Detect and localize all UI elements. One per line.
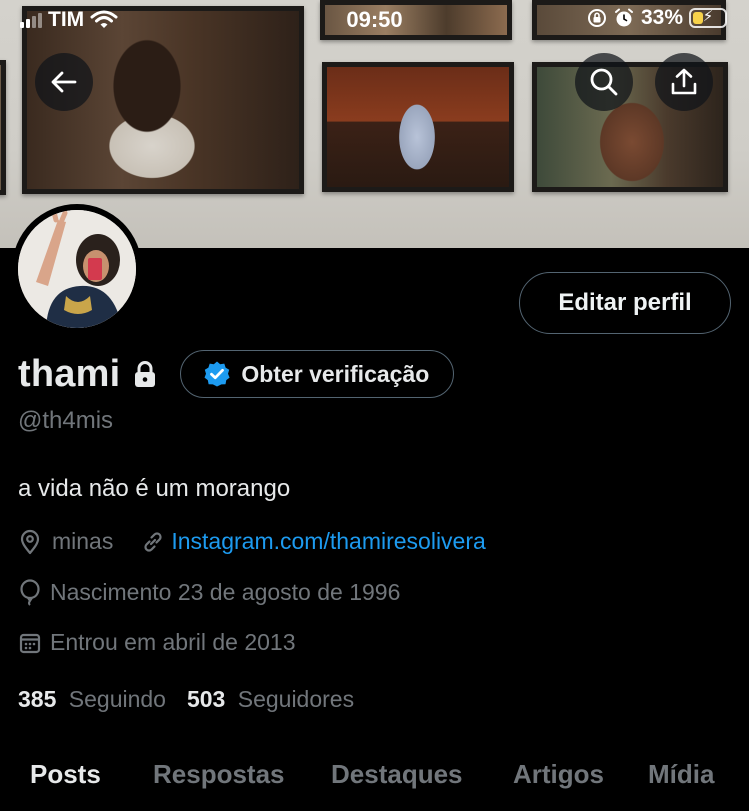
following-link[interactable]: 385 Seguindo xyxy=(18,686,166,713)
followers-count: 503 xyxy=(186,686,226,712)
following-label: Seguindo xyxy=(68,686,166,712)
joined-date-text: Entrou em abril de 2013 xyxy=(50,629,296,655)
calendar-icon xyxy=(19,633,41,653)
status-right: 33% ⚡ xyxy=(587,6,727,30)
profile-meta-location-row: minas Instagram.com/thamiresolivera xyxy=(18,528,486,555)
verified-badge-icon xyxy=(204,361,230,387)
banner-photo-frame xyxy=(0,60,6,195)
following-count: 385 xyxy=(18,686,57,712)
profile-tabs: Posts Respostas Destaques Artigos Mídia xyxy=(0,742,749,811)
charging-bolt-icon: ⚡ xyxy=(702,8,714,25)
balloon-icon xyxy=(20,579,40,606)
avatar[interactable] xyxy=(18,210,136,328)
edit-profile-button[interactable]: Editar perfil xyxy=(519,272,731,334)
orientation-lock-icon xyxy=(587,9,606,27)
banner-photo-frame xyxy=(322,62,514,192)
website-link[interactable]: Instagram.com/thamiresolivera xyxy=(171,528,485,555)
tab-articles[interactable]: Artigos xyxy=(513,759,604,790)
alarm-icon xyxy=(614,8,633,27)
follow-stats: 385 Seguindo 503 Seguidores xyxy=(18,686,354,713)
tab-replies[interactable]: Respostas xyxy=(153,759,285,790)
profile-meta-joined-row: Entrou em abril de 2013 xyxy=(18,629,296,656)
lock-icon xyxy=(132,360,158,388)
tab-posts[interactable]: Posts xyxy=(30,759,101,790)
back-arrow-icon xyxy=(51,71,77,93)
status-bar: TIM 09:50 33% ⚡ xyxy=(0,0,749,40)
tab-media[interactable]: Mídia xyxy=(648,759,714,790)
avatar-photo xyxy=(18,210,136,328)
share-icon xyxy=(671,68,697,95)
battery-charging-icon: ⚡ xyxy=(689,8,727,28)
user-handle: @th4mis xyxy=(18,407,114,434)
get-verified-label: Obter verificação xyxy=(241,360,430,387)
back-button[interactable] xyxy=(35,53,93,111)
link-icon xyxy=(144,531,162,552)
location-pin-icon xyxy=(20,529,40,554)
display-name: thami xyxy=(18,352,121,395)
search-icon xyxy=(590,68,618,96)
followers-label: Seguidores xyxy=(237,686,355,712)
location-text: minas xyxy=(52,528,114,554)
get-verified-button[interactable]: Obter verificação xyxy=(180,350,455,398)
search-button[interactable] xyxy=(575,53,633,111)
battery-percent: 33% xyxy=(640,6,683,29)
tab-highlights[interactable]: Destaques xyxy=(331,759,463,790)
birth-date-text: Nascimento 23 de agosto de 1996 xyxy=(50,578,401,605)
name-row: thami Obter verificação xyxy=(18,350,455,398)
avatar-container[interactable] xyxy=(12,204,142,334)
profile-bio: a vida não é um morango xyxy=(18,475,291,502)
share-button[interactable] xyxy=(655,53,713,111)
followers-link[interactable]: 503 Seguidores xyxy=(187,686,354,713)
profile-meta-birth-row: Nascimento 23 de agosto de 1996 xyxy=(18,578,400,606)
